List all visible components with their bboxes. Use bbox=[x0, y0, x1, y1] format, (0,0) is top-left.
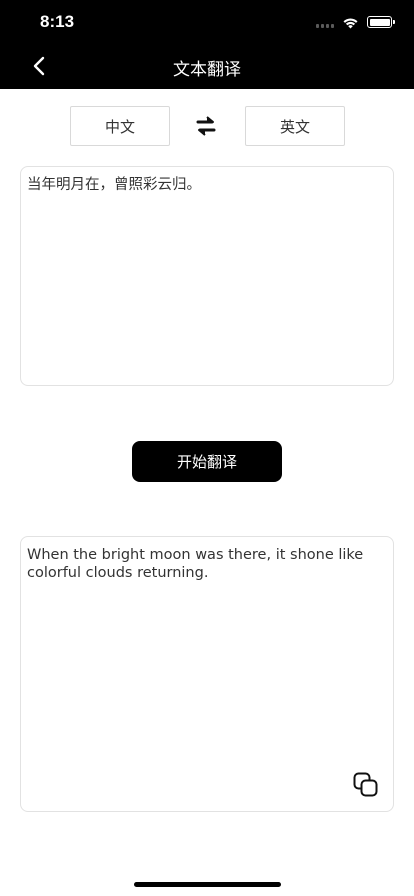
status-icons bbox=[316, 13, 395, 31]
signal-icon bbox=[316, 16, 334, 28]
start-translate-button[interactable]: 开始翻译 bbox=[132, 441, 282, 482]
page-title: 文本翻译 bbox=[173, 60, 241, 80]
swap-languages-button[interactable] bbox=[193, 113, 219, 139]
battery-icon bbox=[367, 16, 395, 28]
app-header: 8:13 文本翻译 bbox=[0, 0, 414, 89]
translation-result: When the bright moon was there, it shone… bbox=[20, 536, 394, 812]
source-text-input[interactable]: 当年明月在，曾照彩云归。 bbox=[20, 166, 394, 386]
status-time: 8:13 bbox=[40, 12, 75, 31]
translation-result-text: When the bright moon was there, it shone… bbox=[27, 547, 364, 581]
wifi-icon bbox=[343, 18, 358, 28]
target-language-button[interactable]: 英文 bbox=[245, 106, 345, 146]
copy-icon[interactable] bbox=[352, 771, 380, 799]
home-indicator[interactable] bbox=[134, 882, 281, 887]
source-language-button[interactable]: 中文 bbox=[70, 106, 170, 146]
